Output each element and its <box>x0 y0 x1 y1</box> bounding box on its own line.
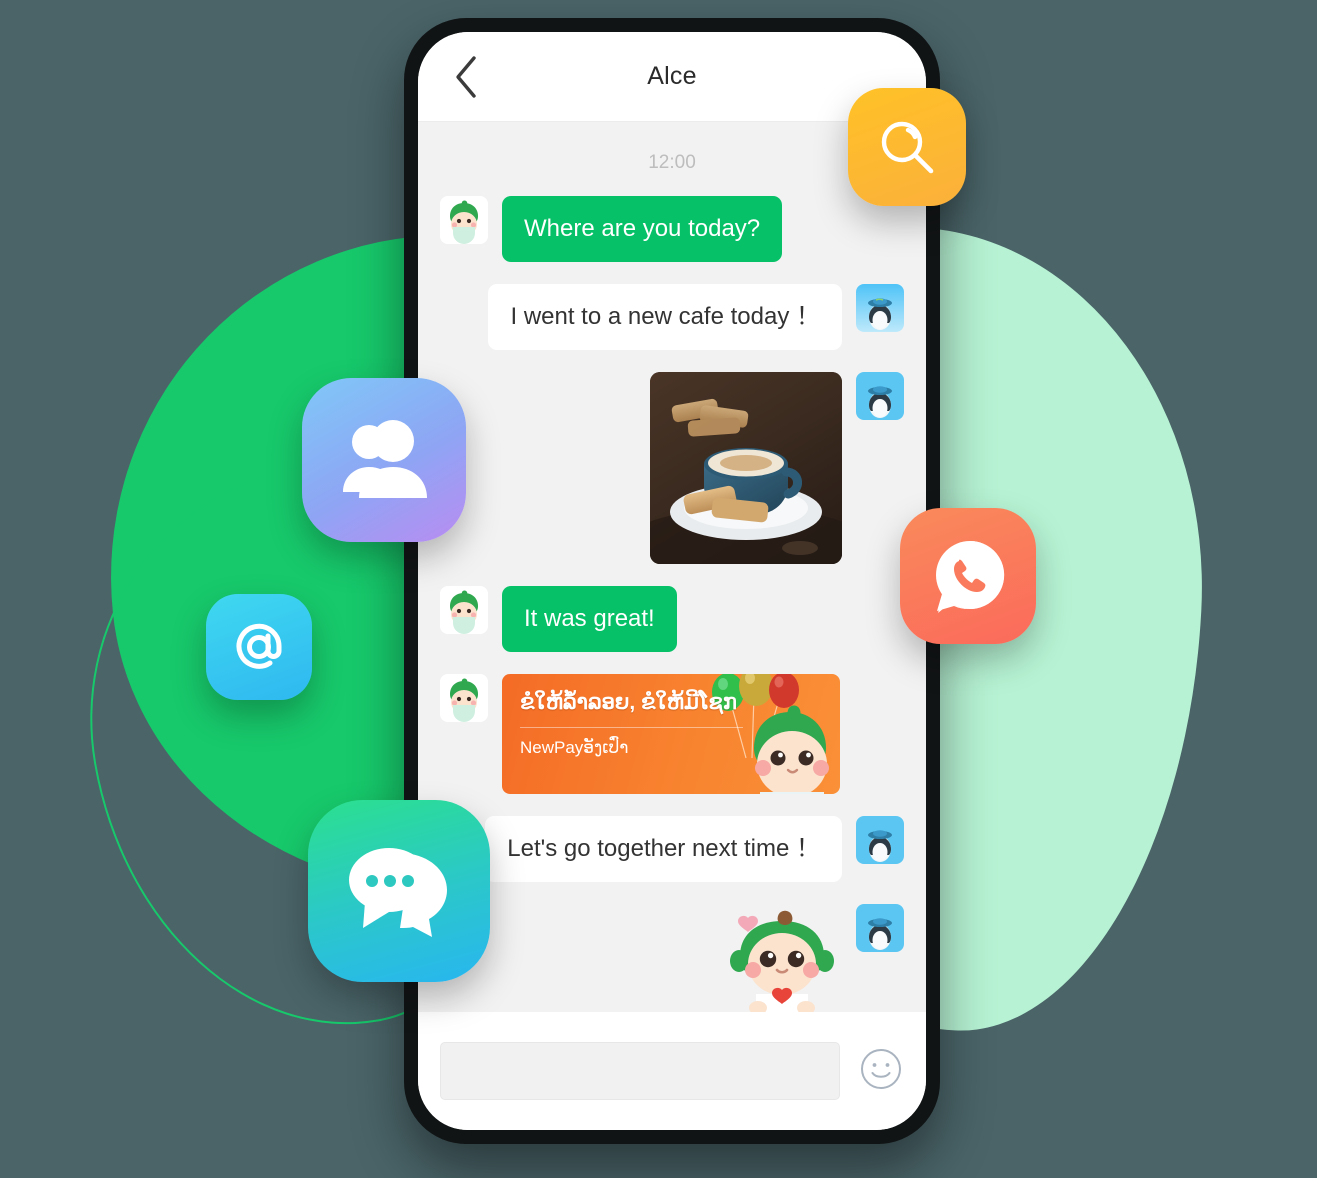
floating-icon-search[interactable] <box>848 88 966 206</box>
message-bubble[interactable]: I went to a new cafe today ！ <box>488 284 842 350</box>
message-list: 12:00 Where are you today? I went to a n… <box>418 122 926 1012</box>
avatar[interactable] <box>856 904 904 952</box>
phone-screen: Alce 12:00 Where are you today? I went t… <box>418 32 926 1130</box>
message-input[interactable] <box>440 1042 840 1100</box>
green-mascot-avatar-icon <box>440 586 488 634</box>
green-mascot-avatar-icon <box>440 674 488 722</box>
message-row: It was great! <box>440 586 904 652</box>
phone-bubble-icon <box>925 533 1011 619</box>
floating-icon-contacts[interactable] <box>302 378 466 542</box>
message-bubble[interactable]: Let's go together next time ！ <box>485 816 842 882</box>
search-icon <box>876 116 938 178</box>
message-row: ຂໍໃຫ້ລ້ຳລອຍ, ຂໍໃຫ້ມີໂຊກ NewPayອັງເປົ່າ <box>440 674 904 794</box>
promo-card-message[interactable]: ຂໍໃຫ້ລ້ຳລອຍ, ຂໍໃຫ້ມີໂຊກ NewPayອັງເປົ່າ <box>502 674 840 794</box>
message-row: I went to a new cafe today ！ <box>440 284 904 350</box>
sticker-message[interactable] <box>722 904 842 1012</box>
avatar[interactable] <box>440 674 488 722</box>
floating-icon-call[interactable] <box>900 508 1036 644</box>
at-mention-icon <box>228 616 290 678</box>
message-row <box>440 372 904 564</box>
message-input-bar <box>418 1012 926 1130</box>
promo-divider <box>520 727 744 728</box>
promo-subtitle: NewPayອັງເປົ່າ <box>520 738 629 757</box>
floating-icon-chats[interactable] <box>308 800 490 982</box>
emoji-button[interactable] <box>858 1048 904 1094</box>
avatar[interactable] <box>440 196 488 244</box>
floating-icon-mention[interactable] <box>206 594 312 700</box>
photo-message[interactable] <box>650 372 842 564</box>
promo-title: ຂໍໃຫ້ລ້ຳລອຍ, ຂໍໃຫ້ມີໂຊກ <box>520 691 737 714</box>
contacts-icon <box>335 414 433 506</box>
penguin-avatar-icon <box>856 284 904 332</box>
message-bubble[interactable]: It was great! <box>502 586 677 652</box>
message-row <box>440 904 904 1012</box>
penguin-avatar-icon <box>856 816 904 864</box>
avatar[interactable] <box>856 372 904 420</box>
avatar[interactable] <box>440 586 488 634</box>
message-bubble[interactable]: Where are you today? <box>502 196 783 262</box>
chevron-left-icon <box>453 55 479 99</box>
chat-navbar: Alce <box>418 32 926 122</box>
penguin-avatar-icon <box>856 372 904 420</box>
penguin-avatar-icon <box>856 904 904 952</box>
chat-bubbles-icon <box>341 836 457 946</box>
message-row: Let's go together next time ！ <box>440 816 904 882</box>
message-row: Where are you today? <box>440 196 904 262</box>
back-button[interactable] <box>434 45 498 109</box>
avatar[interactable] <box>856 816 904 864</box>
avatar[interactable] <box>856 284 904 332</box>
green-mascot-sticker-icon <box>730 910 834 1012</box>
smiley-face-icon <box>859 1047 903 1096</box>
green-mascot-avatar-icon <box>440 196 488 244</box>
coffee-photo <box>650 372 842 564</box>
composition-stage: Alce 12:00 Where are you today? I went t… <box>0 0 1317 1178</box>
conversation-timestamp: 12:00 <box>648 152 696 173</box>
